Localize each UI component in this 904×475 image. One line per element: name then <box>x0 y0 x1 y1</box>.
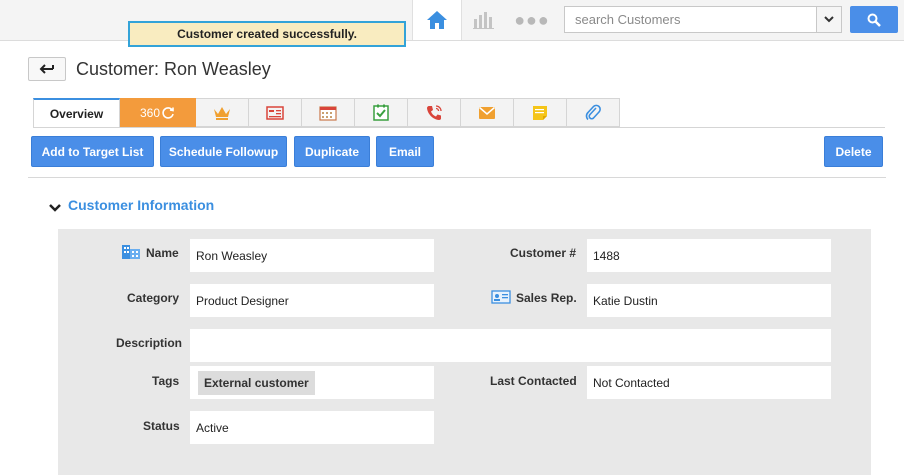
phone-icon <box>427 104 442 120</box>
collapse-chevron-icon[interactable] <box>48 200 62 214</box>
back-button[interactable] <box>28 57 66 81</box>
task-check-icon <box>373 104 389 121</box>
chevron-down-icon <box>824 16 834 23</box>
search-input[interactable] <box>565 7 810 32</box>
more-nav-button[interactable]: ●●● <box>510 0 554 40</box>
refresh-circle-icon <box>162 106 174 119</box>
tab-tasks[interactable] <box>355 98 408 127</box>
calendar-icon <box>319 105 337 121</box>
sticky-note-icon <box>533 105 547 120</box>
description-value[interactable] <box>190 329 831 362</box>
last-contacted-label: Last Contacted <box>490 374 577 388</box>
tags-label: Tags <box>152 374 180 388</box>
tab-notes[interactable] <box>514 98 567 127</box>
tabs-baseline <box>33 127 885 128</box>
tab-360[interactable]: 360 <box>120 98 196 127</box>
document-list-icon <box>266 105 284 120</box>
sales-rep-label: Sales Rep. <box>516 291 577 305</box>
last-contacted-value[interactable]: Not Contacted <box>587 366 831 399</box>
sales-rep-value[interactable]: Katie Dustin <box>587 284 831 317</box>
delete-button[interactable]: Delete <box>824 136 883 167</box>
search-button[interactable] <box>850 6 898 33</box>
home-nav-button[interactable] <box>412 0 462 40</box>
category-value[interactable]: Product Designer <box>190 284 434 317</box>
tab-calendar[interactable] <box>302 98 355 127</box>
tab-opportunities[interactable] <box>196 98 249 127</box>
company-building-icon <box>122 245 140 259</box>
email-button[interactable]: Email <box>376 136 434 167</box>
more-dots-icon: ●●● <box>514 9 550 30</box>
reports-nav-button[interactable] <box>462 0 506 40</box>
record-tabs: Overview 360 <box>33 98 620 127</box>
tab-360-label: 360 <box>139 105 161 120</box>
category-label: Category <box>127 291 180 305</box>
tag-chip[interactable]: External customer <box>198 370 315 395</box>
tab-quotes[interactable] <box>249 98 302 127</box>
divider <box>28 177 886 178</box>
id-card-icon <box>491 290 511 304</box>
add-to-target-list-button[interactable]: Add to Target List <box>31 136 154 167</box>
tags-field[interactable]: External customer <box>190 366 434 399</box>
crown-icon <box>214 106 230 120</box>
search-box <box>564 6 842 33</box>
status-label: Status <box>143 419 180 433</box>
search-module-dropdown[interactable] <box>816 7 841 32</box>
paperclip-icon <box>585 104 601 120</box>
schedule-followup-button[interactable]: Schedule Followup <box>160 136 287 167</box>
customer-number-value[interactable]: 1488 <box>587 239 831 272</box>
tab-calls[interactable] <box>408 98 461 127</box>
back-arrow-icon <box>39 64 54 74</box>
success-toast: Customer created successfully. <box>128 21 406 47</box>
tab-overview[interactable]: Overview <box>33 98 120 127</box>
status-value[interactable]: Active <box>190 411 434 444</box>
name-label: Name <box>146 246 179 260</box>
name-value[interactable]: Ron Weasley <box>190 239 434 272</box>
duplicate-button[interactable]: Duplicate <box>294 136 370 167</box>
customer-number-label: Customer # <box>510 246 577 260</box>
section-title[interactable]: Customer Information <box>68 197 214 213</box>
bar-chart-icon <box>473 12 494 29</box>
page-title: Customer: Ron Weasley <box>76 59 271 79</box>
description-label: Description <box>116 336 183 350</box>
search-icon <box>867 13 881 27</box>
envelope-icon <box>479 106 495 119</box>
tab-emails[interactable] <box>461 98 514 127</box>
home-icon <box>427 11 447 29</box>
tab-attachments[interactable] <box>567 98 620 127</box>
